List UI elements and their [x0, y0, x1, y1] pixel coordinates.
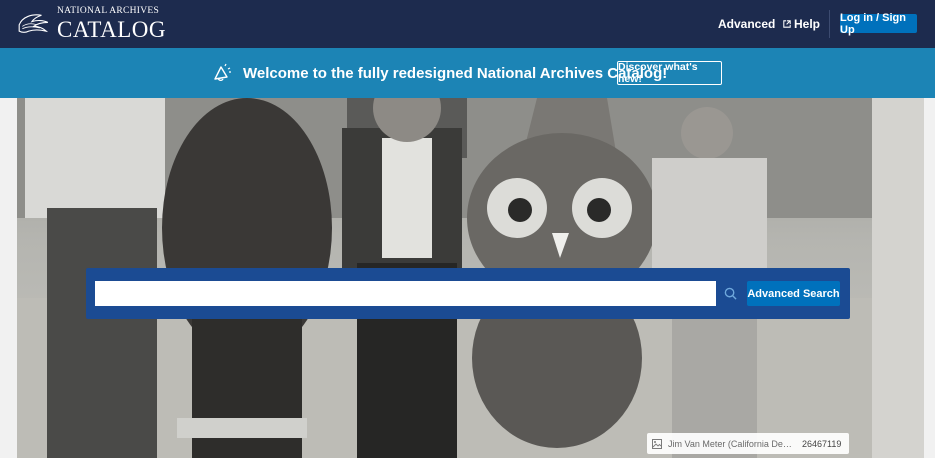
advanced-search-button[interactable]: Advanced Search	[747, 281, 840, 306]
logo-title: CATALOG	[57, 16, 166, 42]
photo-caption[interactable]: Jim Van Meter (California Department of …	[647, 433, 849, 454]
nav-advanced-link[interactable]: Advanced	[718, 17, 775, 31]
banner-message: Welcome to the fully redesigned National…	[243, 65, 668, 82]
logo-subtitle: NATIONAL ARCHIVES	[57, 6, 160, 17]
caption-credit: Jim Van Meter (California Department of …	[668, 438, 796, 449]
catalog-logo[interactable]: NATIONAL ARCHIVES CATALOG	[16, 6, 166, 42]
top-header: NATIONAL ARCHIVES CATALOG Advanced Help …	[0, 0, 935, 48]
header-divider	[829, 10, 830, 38]
discover-whats-new-button[interactable]: Discover what's new!	[617, 61, 722, 85]
nav-help-link[interactable]: Help	[783, 17, 820, 31]
image-icon	[652, 438, 662, 449]
caption-record-id: 26467119	[802, 438, 842, 449]
external-link-icon	[783, 20, 791, 28]
eagle-logo-icon	[18, 14, 49, 33]
search-input[interactable]	[95, 281, 716, 306]
announcement-icon	[214, 63, 231, 81]
search-submit-button[interactable]	[718, 282, 742, 305]
search-icon	[724, 287, 737, 300]
login-signup-button[interactable]: Log in / Sign Up	[840, 12, 917, 36]
nav-help-label: Help	[794, 17, 821, 31]
